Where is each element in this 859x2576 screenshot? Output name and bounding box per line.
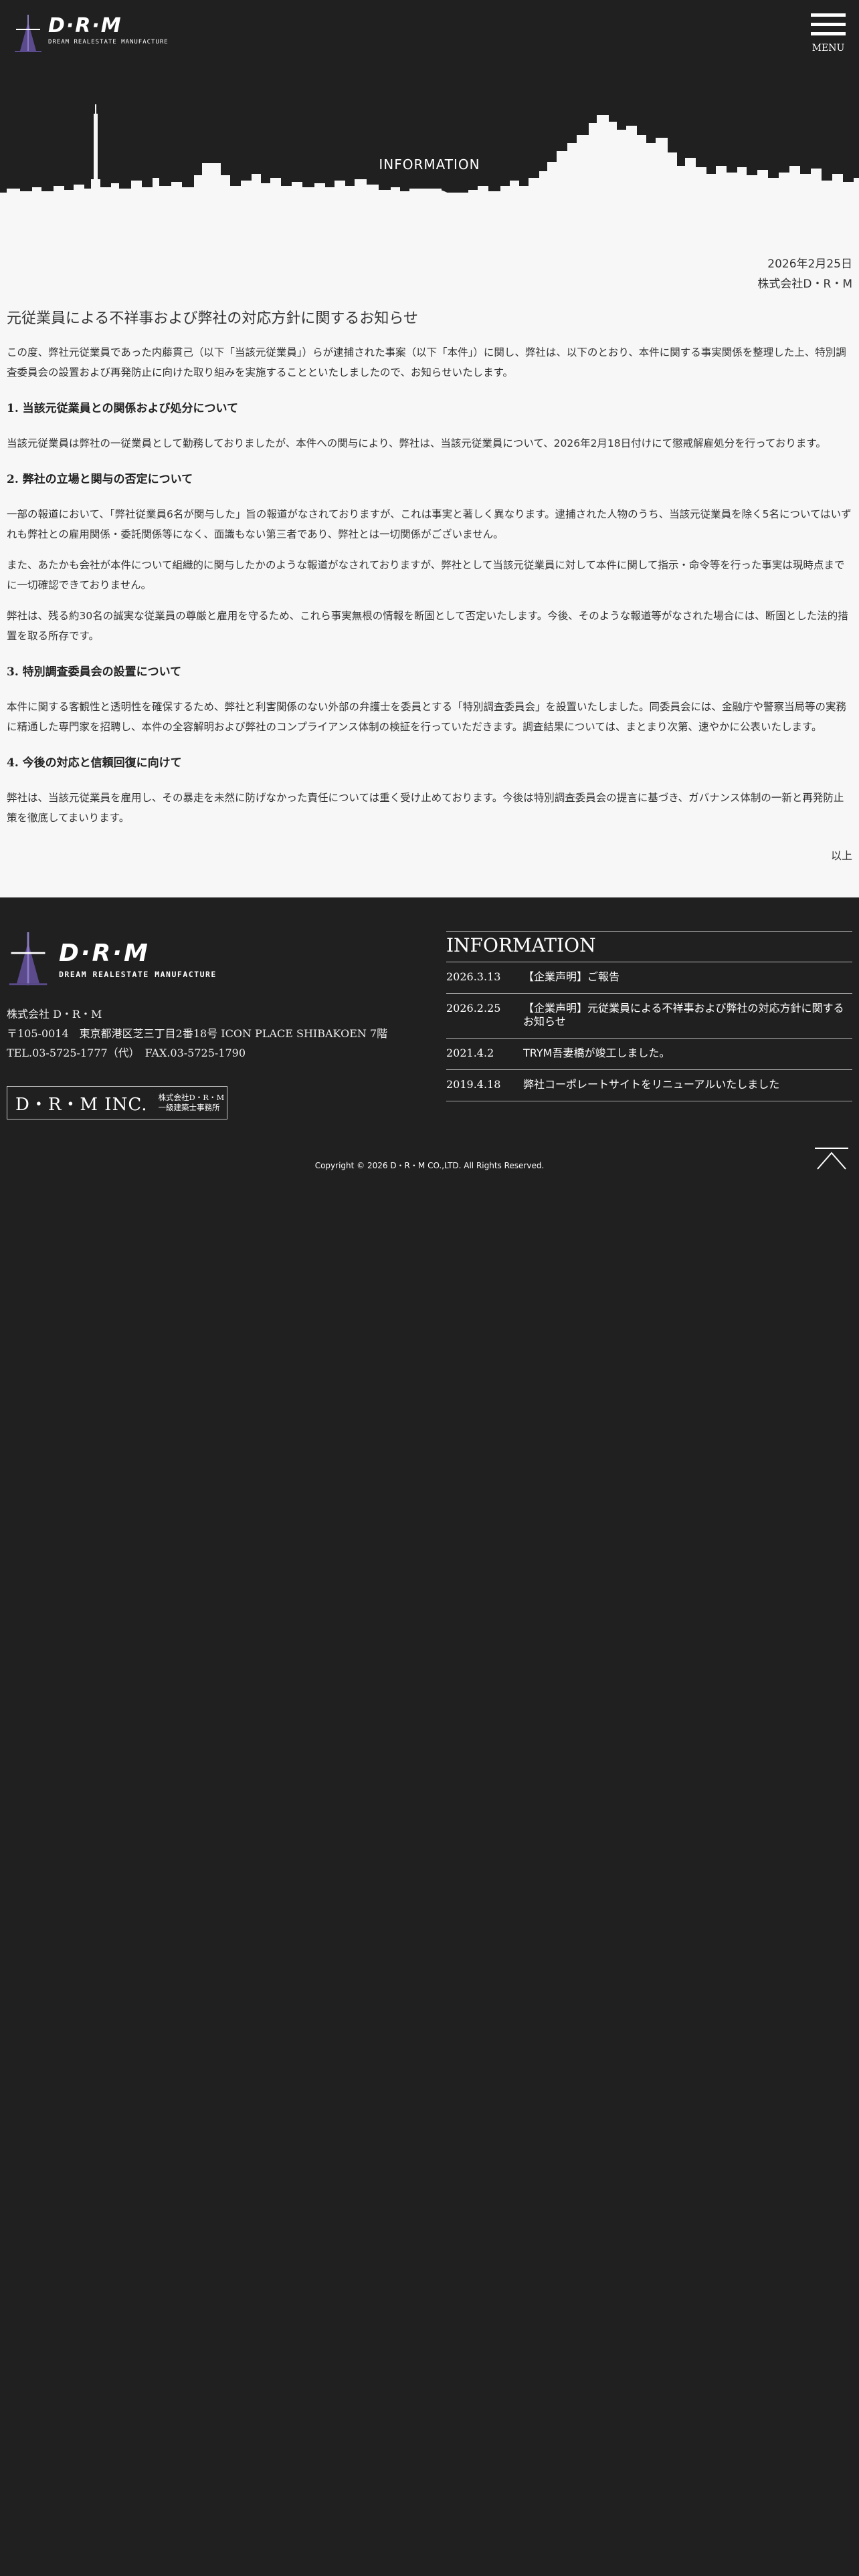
article-date: 2026年2月25日	[767, 257, 852, 271]
footer-address-block: 株式会社 D・R・M 〒105-0014 東京都港区芝三丁目2番18号 ICON…	[7, 1004, 387, 1063]
section-heading: 3. 特別調査委員会の設置について	[7, 665, 182, 679]
news-item[interactable]: 2026.3.13 【企業声明】ご報告	[446, 962, 852, 994]
brand-tagline: DREAM REALESTATE MANUFACTURE	[48, 39, 169, 45]
news-title: TRYM吾妻橋が竣工しました。	[523, 1047, 670, 1059]
tower-logo-icon	[15, 15, 41, 52]
section-heading: 1. 当該元従業員との関係および処分について	[7, 402, 238, 415]
badge-sub: 株式会社D・R・M 一級建築士事務所	[158, 1093, 225, 1112]
news-date: 2019.4.18	[446, 1078, 501, 1091]
footer-brand-tagline: DREAM REALESTATE MANUFACTURE	[59, 970, 217, 979]
news-title: 【企業声明】ご報告	[523, 970, 620, 983]
section-paragraph: 弊社は、残る約30名の誠実な従業員の尊厳と雇用を守るため、これら事実無根の情報を…	[7, 610, 848, 642]
site-logo[interactable]: D·R·M DREAM REALESTATE MANUFACTURE	[13, 15, 169, 53]
tower-logo-icon	[9, 932, 47, 986]
footer-information: INFORMATION 2026.3.13 【企業声明】ご報告 2026.2.2…	[446, 931, 852, 1101]
badge-name: D・R・M INC.	[15, 1094, 148, 1115]
news-date: 2026.3.13	[446, 970, 501, 983]
copyright: Copyright © 2026 D・R・M CO.,LTD. All Righ…	[314, 1161, 545, 1170]
section-paragraph: 当該元従業員は弊社の一従業員として勤務しておりましたが、本件への関与により、弊社…	[7, 437, 826, 449]
section-paragraph: 本件に関する客観性と透明性を確保するため、弊社と利害関係のない外部の弁護士を委員…	[7, 701, 847, 733]
section-paragraph: また、あたかも会社が本件について組織的に関与したかのような報道がなされております…	[7, 559, 845, 591]
menu-label: MENU	[812, 43, 845, 53]
section-heading: 4. 今後の対応と信頼回復に向けて	[7, 756, 182, 770]
news-item[interactable]: 2021.4.2 TRYM吾妻橋が竣工しました。	[446, 1039, 852, 1070]
article-company: 株式会社D・R・M	[757, 278, 852, 291]
brand-name: D·R·M	[48, 14, 122, 37]
footer-phone: TEL.03-5725-1777（代） FAX.03-5725-1790	[7, 1047, 246, 1059]
section-heading: 2. 弊社の立場と関与の否定について	[7, 473, 193, 486]
hero-title: INFORMATION	[379, 156, 480, 173]
news-date: 2021.4.2	[446, 1047, 494, 1059]
article-title: 元従業員による不祥事および弊社の対応方針に関するお知らせ	[7, 310, 418, 327]
site-footer: D·R·M DREAM REALESTATE MANUFACTURE 株式会社 …	[0, 897, 859, 2576]
section-paragraph: 弊社は、当該元従業員を雇用し、その暴走を未然に防げなかった責任については重く受け…	[7, 792, 844, 824]
section-paragraph: 一部の報道において、「弊社従業員6名が関与した」旨の報道がなされておりますが、こ…	[7, 508, 852, 540]
hamburger-icon	[811, 13, 846, 17]
news-title: 弊社コーポレートサイトをリニューアルいたしました	[523, 1078, 780, 1091]
news-date: 2026.2.25	[446, 1002, 501, 1014]
site-header: D·R·M DREAM REALESTATE MANUFACTURE MENU	[0, 0, 859, 74]
information-title: INFORMATION	[446, 934, 596, 956]
article-closing: 以上	[830, 849, 852, 862]
footer-brand-name: D·R·M	[59, 940, 150, 967]
article: 2026年2月25日 株式会社D・R・M 元従業員による不祥事および弊社の対応方…	[0, 194, 859, 897]
article-meta: 2026年2月25日 株式会社D・R・M	[757, 254, 852, 294]
article-intro: この度、弊社元従業員であった内藤貫己（以下「当該元従業員」）らが逮捕された事案（…	[7, 346, 846, 379]
menu-button[interactable]: MENU	[811, 13, 846, 58]
article-body: この度、弊社元従業員であった内藤貫己（以下「当該元従業員」）らが逮捕された事案（…	[7, 342, 852, 839]
footer-logo[interactable]: D·R·M DREAM REALESTATE MANUFACTURE	[7, 932, 217, 987]
news-item[interactable]: 2019.4.18 弊社コーポレートサイトをリニューアルいたしました	[446, 1070, 852, 1101]
footer-address: 〒105-0014 東京都港区芝三丁目2番18号 ICON PLACE SHIB…	[7, 1027, 388, 1040]
footer-company: 株式会社 D・R・M	[7, 1008, 102, 1021]
news-item[interactable]: 2026.2.25 【企業声明】元従業員による不祥事および弊社の対応方針に関する…	[446, 994, 852, 1039]
architect-office-badge: D・R・M INC. 株式会社D・R・M 一級建築士事務所	[7, 1086, 227, 1119]
news-title: 【企業声明】元従業員による不祥事および弊社の対応方針に関するお知らせ	[523, 1002, 844, 1028]
